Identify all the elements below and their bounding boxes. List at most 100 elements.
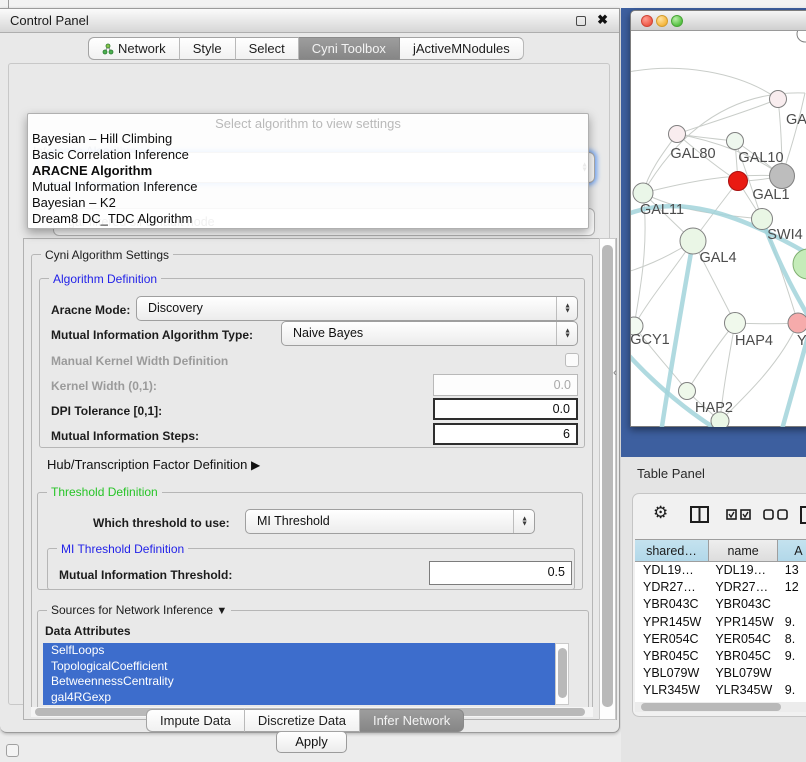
which-threshold-combo[interactable]: MI Threshold ▲▼ [245, 509, 535, 534]
manual-kernel-checkbox[interactable] [565, 353, 579, 367]
scrollbar-thumb[interactable] [602, 245, 613, 707]
tab-label: jActiveMNodules [413, 41, 510, 56]
tab-impute-data[interactable]: Impute Data [146, 709, 245, 732]
toolbox-tab-bar: NetworkStyleSelectCyni Toolbox jActiveMNo… [88, 37, 524, 60]
network-node[interactable] [797, 31, 806, 42]
table-cell: 13 [779, 562, 806, 579]
network-node-gal7[interactable] [770, 91, 787, 108]
algorithm-option[interactable]: Basic Correlation Inference [28, 147, 588, 163]
network-edge[interactable] [677, 99, 778, 134]
table-toolbar: ⚙ [633, 502, 806, 532]
triangle-down-icon: ▼ [216, 605, 227, 617]
tab-network[interactable]: Network [88, 37, 180, 60]
close-icon[interactable]: ✖ [597, 12, 608, 28]
network-node-hap2[interactable] [679, 383, 696, 400]
float-window-icon[interactable] [576, 16, 586, 26]
algorithm-option[interactable]: Mutual Information Inference [28, 179, 588, 195]
tab-cyni-toolbox[interactable]: Cyni Toolbox [299, 37, 400, 60]
app-root: Control Panel ✖ NetworkStyleSelectCyni T… [0, 0, 806, 762]
data-attribute-item[interactable]: SelfLoops [43, 643, 555, 659]
table-row[interactable]: YBL079WYBL079W [635, 665, 806, 682]
checked-columns-icon[interactable] [726, 509, 752, 521]
table-cell: YLR345W [709, 682, 778, 699]
column-header[interactable]: A [778, 540, 806, 561]
network-window-titlebar[interactable] [631, 11, 806, 31]
scrollbar-thumb[interactable] [641, 703, 781, 711]
network-node-label: GAL10 [738, 150, 783, 166]
aracne-mode-combo[interactable]: Discovery ▲▼ [136, 296, 578, 321]
table-row[interactable]: YDR27…YDR27…12 [635, 579, 806, 596]
chevron-updown-icon: ▲▼ [521, 516, 528, 527]
attributes-list-scrollbar[interactable] [555, 643, 569, 705]
tab-infer-network[interactable]: Infer Network [360, 709, 464, 732]
tab-style[interactable]: Style [180, 37, 236, 60]
table-row[interactable]: YER054CYER054C8. [635, 631, 806, 648]
gear-icon[interactable]: ⚙ [653, 503, 668, 523]
table-cell [779, 596, 806, 613]
table-horizontal-scrollbar[interactable] [635, 702, 806, 712]
table-row[interactable]: YDL19…YDL19…13 [635, 562, 806, 579]
which-threshold-label: Which threshold to use: [93, 516, 230, 530]
table-row[interactable]: YBR045CYBR045C9. [635, 648, 806, 665]
algorithm-option[interactable]: Bayesian – K2 [28, 195, 588, 211]
chevron-updown-icon: ▲▼ [564, 303, 571, 314]
split-columns-icon[interactable] [689, 505, 711, 525]
mi-threshold-label: Mutual Information Threshold: [59, 568, 232, 582]
network-node-gal80[interactable] [669, 126, 686, 143]
tab-label: Impute Data [160, 713, 231, 728]
control-panel-titlebar[interactable]: Control Panel ✖ [0, 9, 619, 33]
mi-threshold-field[interactable]: 0.5 [429, 561, 572, 585]
table-cell: YBR043C [709, 596, 778, 613]
algorithm-dropdown-list: Select algorithm to view settings Bayesi… [27, 113, 589, 229]
network-edge[interactable] [687, 323, 735, 391]
unchecked-columns-icon[interactable] [763, 509, 789, 521]
tab-discretize-data[interactable]: Discretize Data [245, 709, 360, 732]
data-attribute-item[interactable]: TopologicalCoefficient [43, 659, 555, 675]
algorithm-option[interactable]: Bayesian – Hill Climbing [28, 131, 588, 147]
table-row[interactable]: YPR145WYPR145W9. [635, 614, 806, 631]
algorithm-option[interactable]: Dream8 DC_TDC Algorithm [28, 211, 588, 227]
dpi-tolerance-field[interactable]: 0.0 [433, 398, 578, 420]
dock-panel-icon[interactable] [6, 744, 19, 757]
algorithm-option[interactable]: ARACNE Algorithm [28, 163, 588, 179]
network-node-gal10[interactable] [727, 133, 744, 150]
table-cell: 9. [779, 648, 806, 665]
tab-jactivemnodules[interactable]: jActiveMNodules [400, 37, 524, 60]
hub-definition-toggle[interactable]: Hub/Transcription Factor Definition ▶ [47, 457, 260, 472]
close-traffic-light-icon[interactable] [641, 15, 653, 27]
kernel-width-field[interactable]: 0.0 [433, 374, 578, 396]
network-node-hap4[interactable] [725, 313, 746, 334]
column-header[interactable]: name [709, 540, 778, 561]
mi-threshold-group-title: MI Threshold Definition [57, 542, 188, 556]
apply-button[interactable]: Apply [276, 731, 347, 753]
threshold-definition-title: Threshold Definition [47, 485, 162, 499]
table-row[interactable]: YBR043CYBR043C [635, 596, 806, 613]
table-cell: 9. [779, 614, 806, 631]
mi-steps-field[interactable]: 6 [433, 423, 578, 445]
table-cell: YER054C [635, 631, 709, 648]
network-node[interactable] [770, 164, 795, 189]
scrollbar-thumb[interactable] [558, 648, 567, 698]
mi-type-combo[interactable]: Naive Bayes ▲▼ [281, 321, 578, 346]
settings-vertical-scrollbar[interactable] [599, 238, 616, 720]
table-cell: 8. [779, 631, 806, 648]
table-row[interactable]: YLR345WYLR345W9. [635, 682, 806, 699]
network-node[interactable] [793, 249, 806, 279]
minimize-traffic-light-icon[interactable] [656, 15, 668, 27]
network-node-yo[interactable] [788, 313, 806, 333]
network-node-gal11[interactable] [633, 183, 653, 203]
table-cell: YPR145W [709, 614, 778, 631]
data-attribute-item[interactable]: BetweennessCentrality [43, 674, 555, 690]
triangle-right-icon: ▶ [251, 458, 260, 472]
network-canvas[interactable]: GAL7GAL80GAL10GAL1GAL11SWI4GAL4GCY1HAP4Y… [631, 31, 806, 427]
zoom-traffic-light-icon[interactable] [671, 15, 683, 27]
network-edge[interactable] [631, 68, 778, 99]
column-header[interactable]: shared… [635, 540, 709, 561]
data-attribute-item[interactable]: gal4RGexp [43, 690, 555, 706]
network-node-gal1[interactable] [729, 172, 748, 191]
panel-resize-grip[interactable]: ‹ [613, 367, 617, 379]
sources-group-title[interactable]: Sources for Network Inference ▼ [47, 603, 231, 617]
window-edge-tick [8, 0, 9, 8]
document-icon[interactable] [799, 505, 806, 525]
tab-select[interactable]: Select [236, 37, 299, 60]
